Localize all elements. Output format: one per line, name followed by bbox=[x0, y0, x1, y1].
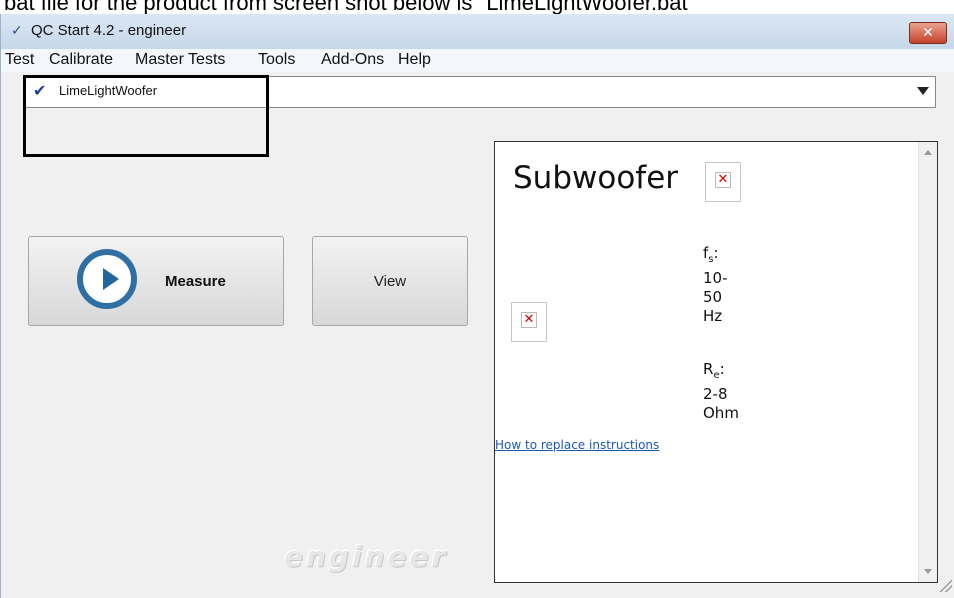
check-icon: ✔ bbox=[33, 81, 47, 100]
how-to-replace-link[interactable]: How to replace instructions bbox=[495, 438, 659, 452]
menu-master-tests[interactable]: Master Tests bbox=[135, 51, 225, 69]
menu-test[interactable]: Test bbox=[5, 51, 34, 69]
scroll-down-icon[interactable] bbox=[924, 569, 932, 574]
window-title: QC Start 4.2 - engineer bbox=[31, 22, 187, 39]
title-bar: ✓ QC Start 4.2 - engineer ✕ bbox=[1, 14, 954, 49]
view-button[interactable]: View bbox=[312, 236, 468, 326]
menu-add-ons[interactable]: Add-Ons bbox=[321, 51, 384, 69]
scroll-up-icon[interactable] bbox=[924, 150, 932, 155]
dropdown-arrow-icon[interactable] bbox=[917, 87, 929, 95]
product-info-panel: Subwoofer ✕ ✕ fs: 10- 50 Hz Re: 2-8 Ohm … bbox=[494, 141, 938, 583]
measure-button[interactable]: Measure bbox=[28, 236, 284, 326]
menu-help[interactable]: Help bbox=[398, 51, 431, 69]
broken-image-icon: ✕ bbox=[511, 302, 547, 342]
resize-grip-icon[interactable] bbox=[938, 578, 952, 592]
vertical-scrollbar[interactable] bbox=[918, 142, 937, 582]
product-select[interactable]: ✔ LimeLightWoofer bbox=[24, 76, 936, 108]
menu-bar: Test Calibrate Master Tests Tools Add-On… bbox=[1, 49, 954, 72]
play-icon bbox=[77, 249, 137, 309]
watermark: engineer bbox=[284, 540, 449, 573]
view-button-label: View bbox=[373, 273, 407, 290]
product-select-value: LimeLightWoofer bbox=[59, 83, 158, 98]
check-icon: ✓ bbox=[11, 23, 23, 39]
menu-calibrate[interactable]: Calibrate bbox=[49, 51, 113, 69]
close-button[interactable]: ✕ bbox=[909, 22, 947, 44]
fs-spec: fs: 10- 50 Hz bbox=[703, 244, 728, 325]
panel-title: Subwoofer bbox=[513, 160, 679, 196]
broken-image-icon: ✕ bbox=[705, 162, 741, 202]
re-spec: Re: 2-8 Ohm bbox=[703, 360, 739, 422]
measure-button-label: Measure bbox=[165, 273, 226, 290]
menu-tools[interactable]: Tools bbox=[258, 51, 295, 69]
